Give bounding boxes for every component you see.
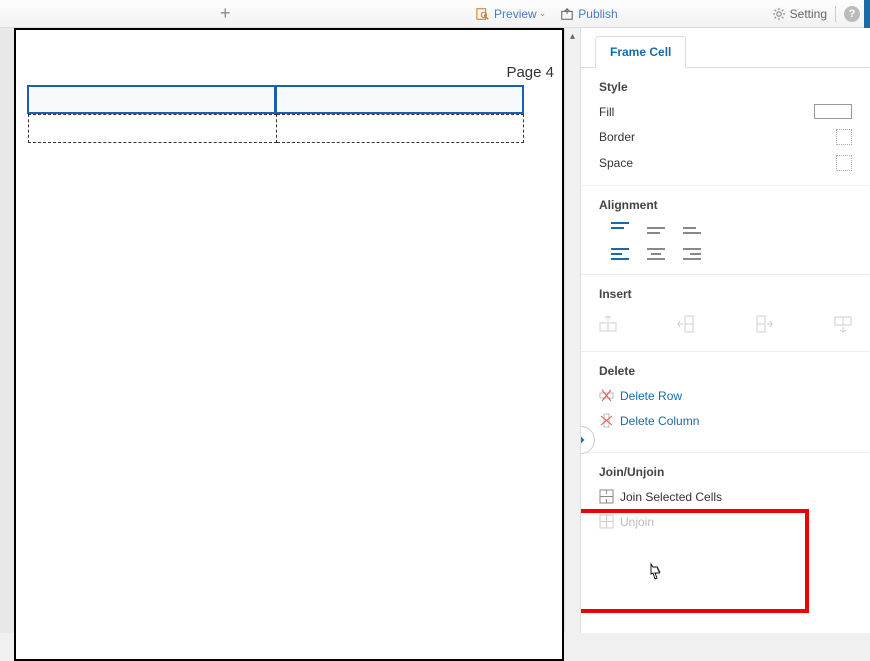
section-join-unjoin: Join/Unjoin Join Selected Cells Unjoin xyxy=(581,453,870,553)
preview-button[interactable]: Preview ⌄ xyxy=(476,7,546,21)
space-picker-icon[interactable] xyxy=(836,155,852,171)
table-cell[interactable] xyxy=(277,114,525,143)
section-alignment: Alignment xyxy=(581,186,870,275)
fill-color-swatch[interactable] xyxy=(814,104,852,119)
unjoin-cells-icon xyxy=(599,514,614,529)
tab-frame-cell[interactable]: Frame Cell xyxy=(595,36,686,68)
help-button[interactable]: ? xyxy=(844,6,860,22)
border-label: Border xyxy=(599,130,635,144)
delete-column-icon xyxy=(599,413,614,428)
insert-heading: Insert xyxy=(599,287,852,301)
page-canvas[interactable]: Page 4 xyxy=(14,28,564,661)
delete-column-button[interactable]: Delete Column xyxy=(599,413,852,428)
publish-label: Publish xyxy=(578,7,617,21)
preview-icon xyxy=(476,7,490,21)
valign-bottom-button[interactable] xyxy=(683,222,701,234)
canvas-area: Page 4 ▴ xyxy=(0,28,580,633)
join-cells-label: Join Selected Cells xyxy=(620,490,722,504)
fill-label: Fill xyxy=(599,105,614,119)
halign-left-button[interactable] xyxy=(611,248,629,260)
table-cell-selected[interactable] xyxy=(275,85,524,114)
insert-column-left-icon[interactable] xyxy=(677,315,695,333)
halign-center-button[interactable] xyxy=(647,248,665,260)
table-row xyxy=(28,86,524,114)
scroll-up-icon[interactable]: ▴ xyxy=(565,28,580,44)
toolbar-divider xyxy=(835,6,836,22)
setting-button[interactable]: Setting xyxy=(772,7,827,21)
gear-icon xyxy=(772,7,786,21)
delete-row-button[interactable]: Delete Row xyxy=(599,388,852,403)
valign-top-button[interactable] xyxy=(611,222,629,234)
setting-label: Setting xyxy=(790,7,827,21)
section-delete: Delete Delete Row Delete Column xyxy=(581,352,870,453)
table-cell-selected[interactable] xyxy=(27,85,276,114)
border-picker-icon[interactable] xyxy=(836,129,852,145)
publish-icon xyxy=(560,7,574,21)
caret-down-icon: ⌄ xyxy=(539,8,547,19)
halign-right-button[interactable] xyxy=(683,248,701,260)
insert-column-right-icon[interactable] xyxy=(755,315,773,333)
unjoin-label: Unjoin xyxy=(620,515,654,529)
valign-middle-button[interactable] xyxy=(647,222,665,234)
page-number-label: Page 4 xyxy=(506,64,554,81)
table-row xyxy=(28,114,524,143)
space-label: Space xyxy=(599,156,633,170)
vertical-scrollbar[interactable]: ▴ xyxy=(564,28,580,633)
insert-row-above-icon[interactable] xyxy=(599,315,617,333)
section-insert: Insert xyxy=(581,275,870,352)
join-selected-cells-button[interactable]: Join Selected Cells xyxy=(599,489,852,504)
unjoin-button[interactable]: Unjoin xyxy=(599,514,852,529)
sidebar-tabs: Frame Cell xyxy=(581,28,870,68)
table-cell[interactable] xyxy=(28,114,277,143)
properties-sidebar: Frame Cell Style Fill Border Space Align… xyxy=(580,28,870,633)
table-frame[interactable] xyxy=(28,86,524,143)
join-heading: Join/Unjoin xyxy=(599,465,852,479)
alignment-heading: Alignment xyxy=(599,198,852,212)
join-cells-icon xyxy=(599,489,614,504)
style-heading: Style xyxy=(599,80,852,94)
publish-button[interactable]: Publish xyxy=(560,7,617,21)
section-style: Style Fill Border Space xyxy=(581,68,870,186)
delete-row-label: Delete Row xyxy=(620,389,682,403)
delete-heading: Delete xyxy=(599,364,852,378)
add-page-button[interactable]: + xyxy=(220,3,231,24)
insert-row-below-icon[interactable] xyxy=(834,315,852,333)
top-toolbar: + Preview ⌄ Publish Setting ? xyxy=(0,0,870,28)
preview-label: Preview xyxy=(494,7,537,21)
delete-column-label: Delete Column xyxy=(620,414,699,428)
delete-row-icon xyxy=(599,388,614,403)
